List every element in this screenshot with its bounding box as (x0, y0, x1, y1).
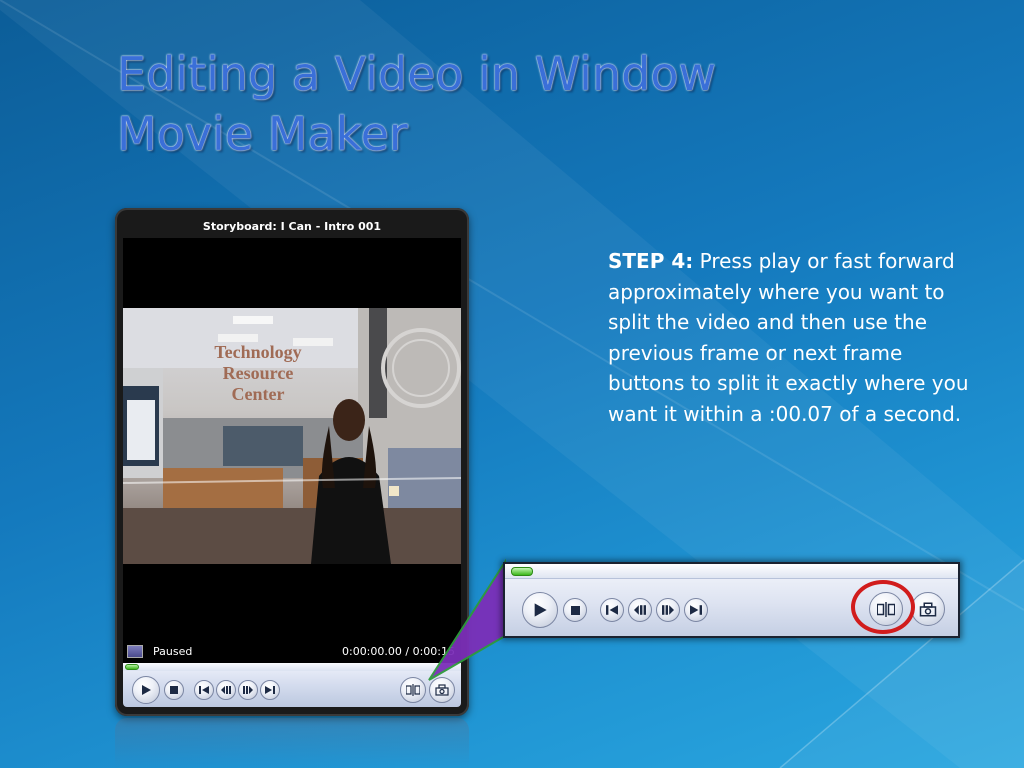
skip-back-icon (606, 605, 618, 615)
play-icon (534, 603, 547, 617)
back-button[interactable] (194, 680, 214, 700)
seek-handle[interactable] (125, 664, 139, 670)
next-frame-icon (243, 686, 253, 694)
step-instructions: STEP 4: Press play or fast forward appro… (608, 246, 978, 429)
zoomed-seek-handle[interactable] (511, 567, 533, 576)
slide-title-line2: Movie Maker (117, 107, 408, 161)
next-frame-icon (662, 605, 674, 615)
zoomed-seek-bar[interactable] (505, 564, 958, 579)
stop-button[interactable] (164, 680, 184, 700)
play-icon (142, 685, 151, 695)
split-icon (406, 684, 420, 696)
slide-title-line1: Editing a Video in Window (117, 47, 717, 101)
video-area[interactable]: Technology Resource Center (123, 238, 461, 645)
sign-line1: Technology (214, 342, 302, 362)
stop-icon (170, 686, 178, 694)
zoomed-snapshot-button[interactable] (911, 592, 945, 626)
previous-frame-button[interactable] (216, 680, 236, 700)
next-frame-button[interactable] (238, 680, 258, 700)
zoomed-stop-button[interactable] (563, 598, 587, 622)
camera-icon (919, 602, 937, 616)
forward-button[interactable] (260, 680, 280, 700)
zoomed-forward-button[interactable] (684, 598, 708, 622)
skip-forward-icon (265, 686, 275, 694)
playback-controls (123, 663, 461, 707)
step-label: STEP 4 (608, 249, 686, 273)
zoomed-play-button[interactable] (522, 592, 558, 628)
sign-line3: Center (231, 384, 285, 404)
play-button[interactable] (132, 676, 160, 704)
previous-frame-icon (221, 686, 231, 694)
camera-icon (435, 684, 449, 696)
video-frame: Technology Resource Center (123, 308, 461, 564)
video-sign-text: Technology Resource Center (193, 342, 323, 405)
player-title: Storyboard: I Can - Intro 001 (202, 220, 382, 233)
slide-title: Editing a Video in Window Movie Maker (117, 44, 917, 164)
status-bar: Paused 0:00:00.00 / 0:00:15 (123, 641, 461, 663)
monitor-icon (127, 645, 143, 658)
skip-forward-icon (690, 605, 702, 615)
movie-maker-player: Storyboard: I Can - Intro 001 Technology… (115, 208, 469, 716)
playback-status: Paused (153, 645, 193, 658)
seek-bar[interactable] (123, 663, 461, 671)
playback-time: 0:00:00.00 / 0:00:15 (341, 645, 455, 658)
split-button[interactable] (400, 677, 426, 703)
zoomed-back-button[interactable] (600, 598, 624, 622)
split-button-highlight-ring (851, 580, 915, 634)
stop-icon (570, 605, 580, 615)
skip-back-icon (199, 686, 209, 694)
zoomed-previous-frame-button[interactable] (628, 598, 652, 622)
step-text: Press play or fast forward approximately… (608, 249, 969, 426)
player-reflection (115, 718, 469, 768)
previous-frame-icon (634, 605, 646, 615)
zoomed-next-frame-button[interactable] (656, 598, 680, 622)
snapshot-button[interactable] (429, 677, 455, 703)
sign-line2: Resource (222, 363, 294, 383)
